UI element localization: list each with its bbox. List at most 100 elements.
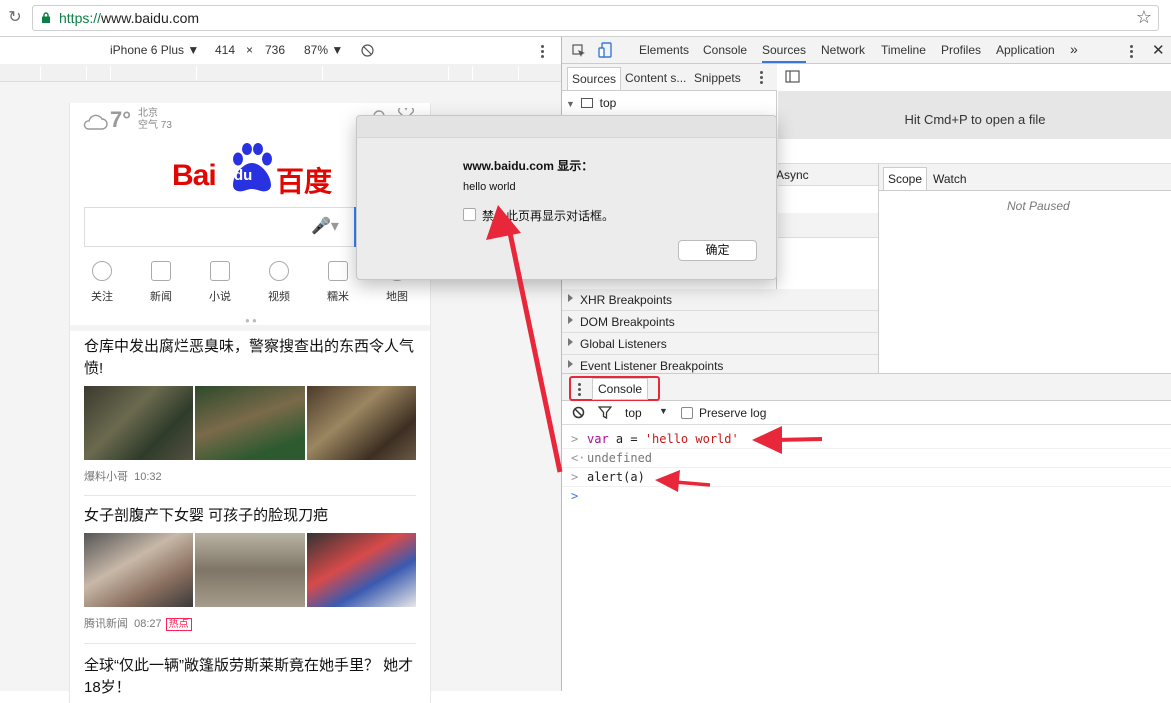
tab-network[interactable]: Network: [821, 43, 865, 57]
device-select[interactable]: iPhone 6 Plus ▼: [110, 43, 199, 57]
shortcut-label: 视频: [268, 291, 290, 303]
global-listeners-section[interactable]: Global Listeners: [562, 333, 878, 355]
url-host: www.baidu.com: [101, 10, 200, 26]
console-toolbar: top ▼ Preserve log: [562, 401, 1171, 425]
shortcut-nuomi[interactable]: 糯米: [314, 261, 362, 304]
tab-watch[interactable]: Watch: [933, 172, 967, 186]
address-bar[interactable]: https://www.baidu.com ☆: [32, 5, 1159, 31]
news-icon: [151, 261, 171, 281]
shortcut-video[interactable]: 视频: [255, 261, 303, 304]
console-input-line: > alert(a): [562, 468, 1171, 487]
bookmark-star-icon[interactable]: ☆: [1136, 7, 1152, 28]
toggle-sidebar-icon[interactable]: [785, 70, 800, 83]
filter-icon[interactable]: [598, 406, 612, 419]
navigator-menu-icon[interactable]: [760, 71, 763, 86]
shortcut-label: 地图: [386, 291, 408, 303]
news-item[interactable]: 女子剖腹产下女婴 可孩子的脸现刀疤 腾讯新闻 08:27 热点: [84, 505, 416, 631]
hot-badge: 热点: [165, 618, 192, 631]
drawer-tab-console[interactable]: Console: [592, 378, 649, 400]
shortcut-label: 糯米: [327, 291, 349, 303]
shortcut-follow[interactable]: 关注: [78, 261, 126, 304]
console-prompt[interactable]: >: [562, 487, 1171, 506]
news-source: 爆料小哥: [84, 471, 128, 483]
news-image: [306, 533, 416, 607]
tab-application[interactable]: Application: [996, 43, 1055, 57]
debugger-toolbar: [778, 139, 1171, 164]
close-icon[interactable]: ✕: [1152, 41, 1165, 59]
prompt-icon: >: [571, 432, 579, 446]
reload-icon[interactable]: ↻: [6, 9, 24, 27]
temperature: 7°: [110, 107, 132, 132]
device-height[interactable]: 736: [265, 43, 285, 57]
weather-city: 北京 空气 73: [138, 108, 172, 132]
play-icon: [269, 261, 289, 281]
prompt-icon: >: [571, 489, 579, 503]
console-input-line: > var a = 'hello world': [562, 430, 1171, 449]
code-text: a =: [608, 432, 645, 446]
dom-breakpoints-section[interactable]: DOM Breakpoints: [562, 311, 878, 333]
news-image: [195, 533, 305, 607]
microphone-icon[interactable]: 🎤▾: [311, 216, 339, 236]
book-icon: [210, 261, 230, 281]
url-scheme: https://: [59, 10, 102, 26]
shortcut-label: 关注: [91, 291, 113, 303]
tab-console[interactable]: Console: [703, 43, 747, 57]
shortcut-label: 新闻: [150, 291, 172, 303]
url-text: https://www.baidu.com: [59, 10, 199, 26]
tab-profiles[interactable]: Profiles: [941, 43, 981, 57]
weather-cloud-icon: [83, 114, 108, 130]
devtools-tabbar: Elements Console Sources Network Timelin…: [562, 37, 1171, 64]
nav-tab-sources[interactable]: Sources: [567, 67, 622, 90]
not-paused-label: Not Paused: [1007, 199, 1070, 213]
context-select[interactable]: top: [625, 406, 642, 420]
console-result: undefined: [587, 451, 653, 465]
context-dropdown-icon[interactable]: ▼: [659, 406, 668, 416]
device-width[interactable]: 414: [215, 43, 235, 57]
news-images: [84, 533, 416, 607]
heart-circle-icon: [92, 261, 112, 281]
logo-text-du: du: [234, 167, 253, 184]
clear-console-icon[interactable]: [572, 406, 585, 419]
news-title[interactable]: 全球“仅此一辆”敞篷版劳斯莱斯竟在她手里？ 她才18岁！: [84, 655, 416, 699]
shortcut-novel[interactable]: 小说: [196, 261, 244, 304]
rotate-icon[interactable]: [361, 44, 374, 57]
frame-icon: [581, 98, 594, 108]
console-drawer: Console top ▼ Preserve log > var a = 'he…: [562, 373, 1171, 691]
emulation-menu-icon[interactable]: [541, 45, 544, 60]
devtools-menu-icon[interactable]: [1130, 45, 1133, 60]
open-file-hint: Hit Cmd+P to open a file: [904, 112, 1046, 127]
tab-scope[interactable]: Scope: [883, 167, 928, 190]
tree-item-top[interactable]: top: [600, 96, 617, 110]
news-title[interactable]: 仓库中发出腐烂恶臭味，警察搜查出的东西令人气愤!: [84, 336, 416, 380]
news-item[interactable]: 全球“仅此一辆”敞篷版劳斯莱斯竟在她手里？ 她才18岁！: [84, 655, 416, 699]
inspect-element-icon[interactable]: [572, 44, 586, 58]
browser-toolbar: ↻ https://www.baidu.com ☆: [0, 0, 1171, 37]
suppress-dialogs-checkbox[interactable]: [463, 208, 476, 221]
dialog-titlebar: [357, 116, 776, 138]
tab-sources[interactable]: Sources: [762, 43, 807, 63]
news-image: [84, 386, 194, 460]
ok-button[interactable]: 确定: [678, 240, 757, 261]
xhr-breakpoints-section[interactable]: XHR Breakpoints: [562, 289, 878, 311]
expand-arrow-icon[interactable]: ▼: [566, 99, 575, 109]
news-image: [84, 533, 194, 607]
shortcut-news[interactable]: 新闻: [137, 261, 185, 304]
tab-elements[interactable]: Elements: [639, 43, 689, 57]
nav-tab-snippets[interactable]: Snippets: [694, 71, 741, 85]
tab-timeline[interactable]: Timeline: [881, 43, 926, 57]
drawer-menu-icon[interactable]: [578, 383, 581, 398]
news-title[interactable]: 女子剖腹产下女婴 可孩子的脸现刀疤: [84, 505, 416, 527]
async-label: Async: [776, 168, 809, 182]
news-item[interactable]: 仓库中发出腐烂恶臭味，警察搜查出的东西令人气愤! 爆料小哥 10:32: [84, 336, 416, 484]
suppress-dialogs-label: 禁止此页再显示对话框。: [482, 209, 615, 223]
dimension-separator: ×: [246, 43, 254, 57]
console-result-line: <· undefined: [562, 449, 1171, 468]
nav-tab-content-scripts[interactable]: Content s...: [625, 71, 686, 85]
search-input[interactable]: 🎤▾: [84, 207, 354, 247]
more-tabs-icon[interactable]: »: [1070, 41, 1078, 57]
news-time: 08:27: [134, 618, 162, 630]
zoom-select[interactable]: 87% ▼: [304, 43, 343, 57]
dialog-title: www.baidu.com 显示：: [463, 159, 594, 173]
preserve-log-checkbox[interactable]: [681, 407, 693, 419]
device-toggle-icon[interactable]: [598, 42, 612, 58]
